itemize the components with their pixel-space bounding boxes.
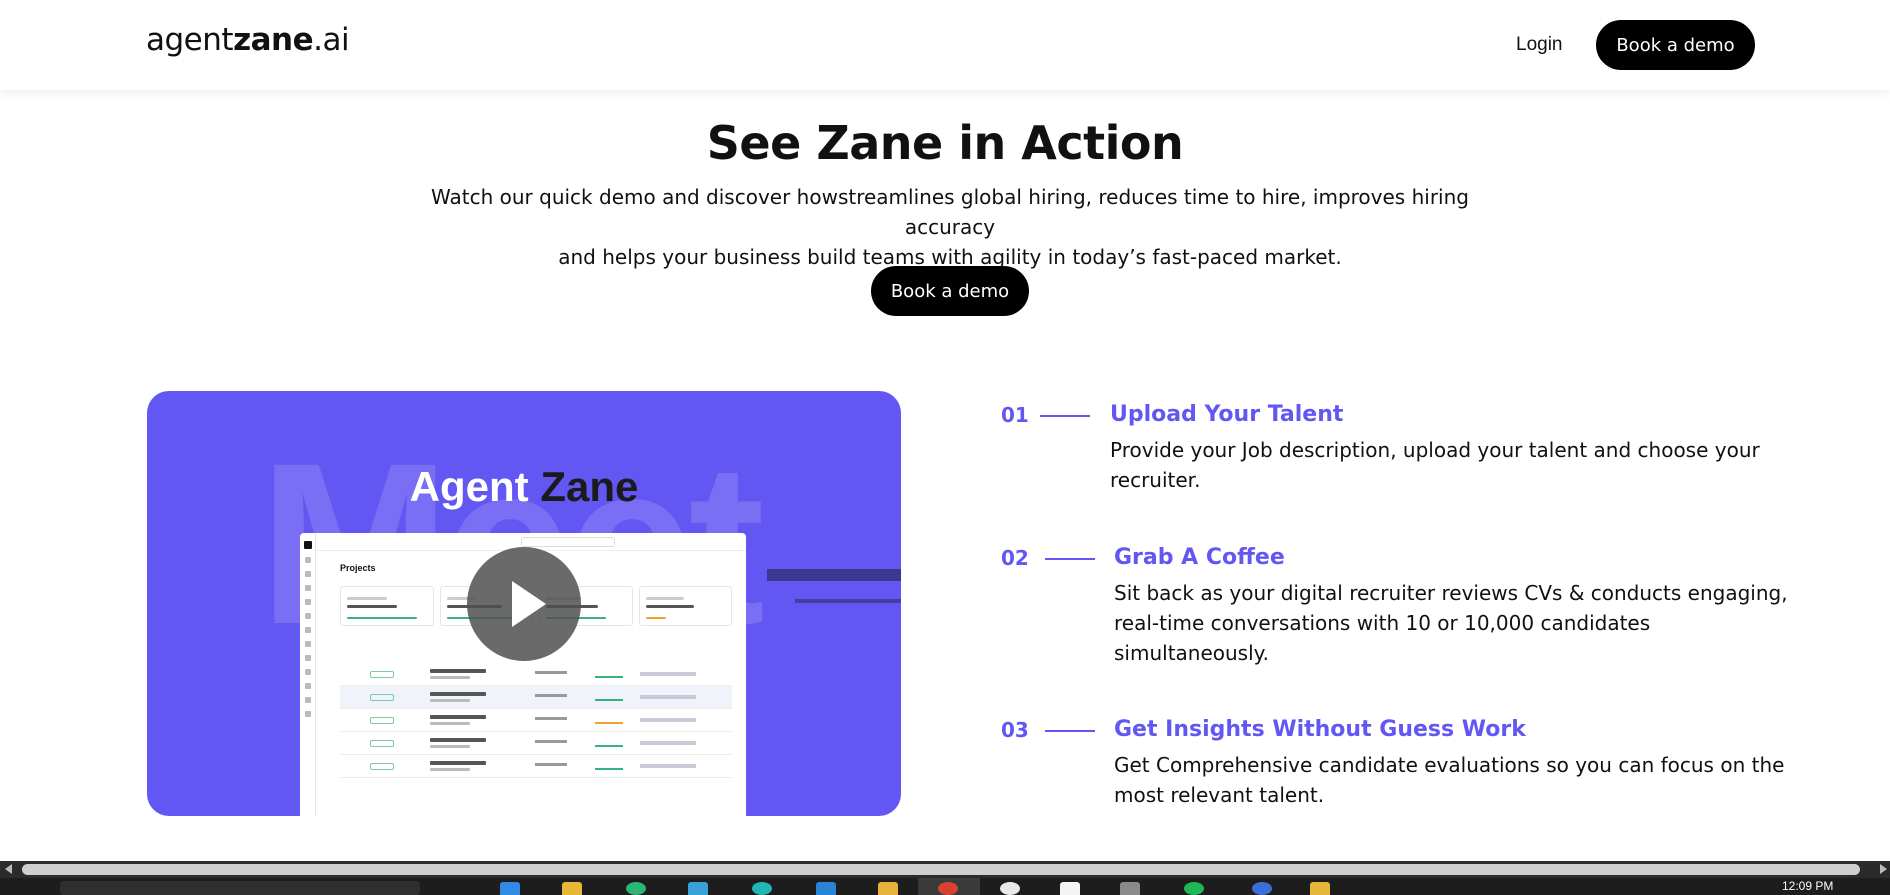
taskbar-search[interactable] [60,881,420,895]
page-title: See Zane in Action [706,116,1184,170]
step-description-line: recruiter. [1110,468,1201,492]
taskbar-clock: 12:09 PM [1782,879,1834,893]
step-number: 03 [1001,718,1029,742]
step-description-line: Get Comprehensive candidate evaluations … [1114,753,1785,777]
step-description: Provide your Job description, upload you… [1110,435,1790,495]
scroll-left-icon[interactable] [5,864,12,874]
hero-subtitle: Watch our quick demo and discover howstr… [395,182,1505,272]
app-preview-sidebar [300,533,316,816]
app-icon[interactable] [1000,882,1020,895]
logo-suffix: .ai [313,22,350,58]
app-icon[interactable] [752,882,772,895]
step-number: 01 [1001,403,1029,427]
scrollbar-thumb[interactable] [22,864,1860,875]
app-preview-title: Projects [340,563,376,573]
step-connector-line [1045,730,1095,732]
decorative-dash [795,599,901,603]
step-description: Get Comprehensive candidate evaluations … [1114,750,1804,810]
scroll-right-icon[interactable] [1880,864,1887,874]
app-icon[interactable] [1310,882,1330,895]
app-icon[interactable] [1184,882,1204,895]
step-description-line: Provide your Job description, upload you… [1110,438,1760,462]
logo[interactable]: agentzane.ai [146,22,350,58]
video-heading-light: Agent [409,463,529,510]
step-description-line: real-time conversations with 10 or 10,00… [1114,611,1651,635]
hero-book-demo-button[interactable]: Book a demo [871,266,1029,316]
logo-prefix: agent [146,22,234,58]
app-icon[interactable] [1252,882,1272,895]
chrome-icon[interactable] [938,882,958,895]
app-icon[interactable] [688,882,708,895]
login-link[interactable]: Login [1516,34,1563,56]
decorative-dash [767,569,901,581]
video-heading-dark: Zane [540,463,639,510]
step-description-line: most relevant talent. [1114,783,1325,807]
step-title: Get Insights Without Guess Work [1114,717,1526,742]
app-icon[interactable] [626,882,646,895]
step-number: 02 [1001,546,1029,570]
app-icon[interactable] [1120,882,1140,895]
step-title: Upload Your Talent [1110,402,1344,427]
video-heading: Agent Zane [147,463,901,511]
step-connector-line [1045,558,1095,560]
app-icon[interactable] [1060,882,1080,895]
step-title: Grab A Coffee [1114,545,1285,570]
horizontal-scrollbar[interactable] [0,861,1890,878]
demo-video[interactable]: Meet Agent Zane Projects [147,391,901,816]
app-preview-search [521,537,615,547]
app-icon[interactable] [500,882,520,895]
folder-icon[interactable] [562,882,582,895]
os-taskbar: 12:09 PM [0,878,1890,895]
app-preview-table [340,663,732,778]
step-description: Sit back as your digital recruiter revie… [1114,578,1804,668]
app-icon[interactable] [816,882,836,895]
header-book-demo-button[interactable]: Book a demo [1596,20,1755,70]
step-connector-line [1040,415,1090,417]
play-icon[interactable] [467,547,581,661]
hero-subtitle-line-1: Watch our quick demo and discover howstr… [431,185,1469,239]
step-description-line: simultaneously. [1114,641,1269,665]
logo-bold: zane [233,22,314,58]
app-icon[interactable] [878,882,898,895]
site-header: agentzane.ai Login Book a demo [0,0,1890,90]
step-description-line: Sit back as your digital recruiter revie… [1114,581,1788,605]
